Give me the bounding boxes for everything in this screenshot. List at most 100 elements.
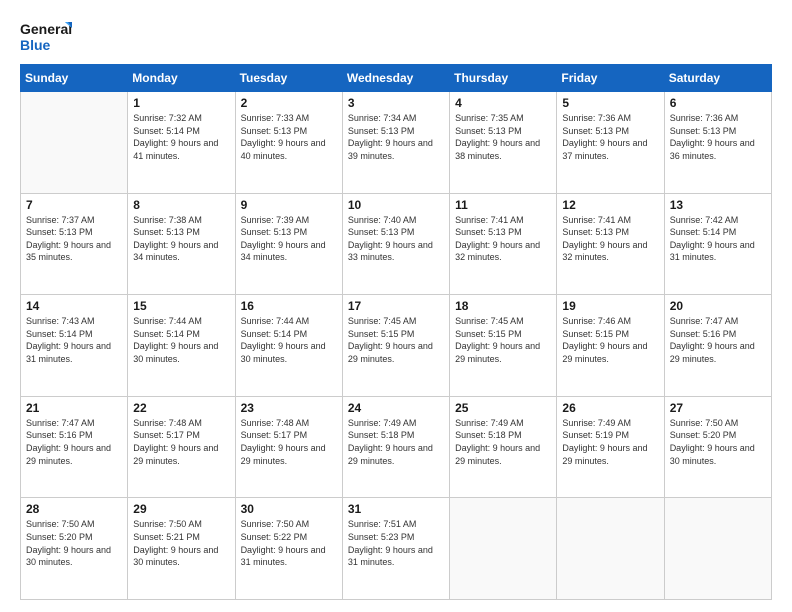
- day-number: 23: [241, 401, 337, 415]
- day-info: Sunrise: 7:37 AMSunset: 5:13 PMDaylight:…: [26, 214, 122, 264]
- logo: General Blue: [20, 18, 72, 54]
- logo-svg: General Blue: [20, 18, 72, 54]
- day-number: 24: [348, 401, 444, 415]
- weekday-header-row: SundayMondayTuesdayWednesdayThursdayFrid…: [21, 65, 772, 92]
- day-info: Sunrise: 7:50 AMSunset: 5:21 PMDaylight:…: [133, 518, 229, 568]
- day-number: 11: [455, 198, 551, 212]
- day-cell: 23 Sunrise: 7:48 AMSunset: 5:17 PMDayligh…: [235, 396, 342, 498]
- day-info: Sunrise: 7:50 AMSunset: 5:20 PMDaylight:…: [26, 518, 122, 568]
- week-row-1: 1 Sunrise: 7:32 AMSunset: 5:14 PMDaylight…: [21, 92, 772, 194]
- svg-text:General: General: [20, 21, 72, 37]
- day-info: Sunrise: 7:40 AMSunset: 5:13 PMDaylight:…: [348, 214, 444, 264]
- weekday-header-friday: Friday: [557, 65, 664, 92]
- week-row-4: 21 Sunrise: 7:47 AMSunset: 5:16 PMDayligh…: [21, 396, 772, 498]
- day-cell: 4 Sunrise: 7:35 AMSunset: 5:13 PMDaylight…: [450, 92, 557, 194]
- day-info: Sunrise: 7:38 AMSunset: 5:13 PMDaylight:…: [133, 214, 229, 264]
- day-number: 26: [562, 401, 658, 415]
- day-cell: 13Sunrise: 7:42 AMSunset: 5:14 PMDayligh…: [664, 193, 771, 295]
- day-cell: 1 Sunrise: 7:32 AMSunset: 5:14 PMDaylight…: [128, 92, 235, 194]
- day-cell: [557, 498, 664, 600]
- day-info: Sunrise: 7:45 AMSunset: 5:15 PMDaylight:…: [455, 315, 551, 365]
- day-cell: 17 Sunrise: 7:45 AMSunset: 5:15 PMDayligh…: [342, 295, 449, 397]
- day-info: Sunrise: 7:39 AMSunset: 5:13 PMDaylight:…: [241, 214, 337, 264]
- day-cell: 12 Sunrise: 7:41 AMSunset: 5:13 PMDayligh…: [557, 193, 664, 295]
- day-cell: 26 Sunrise: 7:49 AMSunset: 5:19 PMDayligh…: [557, 396, 664, 498]
- day-info: Sunrise: 7:51 AMSunset: 5:23 PMDaylight:…: [348, 518, 444, 568]
- weekday-header-saturday: Saturday: [664, 65, 771, 92]
- day-number: 31: [348, 502, 444, 516]
- weekday-header-tuesday: Tuesday: [235, 65, 342, 92]
- weekday-header-wednesday: Wednesday: [342, 65, 449, 92]
- calendar-page: General Blue SundayMondayTuesdayWednesda…: [0, 0, 792, 612]
- week-row-5: 28 Sunrise: 7:50 AMSunset: 5:20 PMDayligh…: [21, 498, 772, 600]
- day-info: Sunrise: 7:47 AMSunset: 5:16 PMDaylight:…: [26, 417, 122, 467]
- day-info: Sunrise: 7:49 AMSunset: 5:18 PMDaylight:…: [348, 417, 444, 467]
- day-number: 5: [562, 96, 658, 110]
- day-cell: 24 Sunrise: 7:49 AMSunset: 5:18 PMDayligh…: [342, 396, 449, 498]
- day-number: 14: [26, 299, 122, 313]
- day-cell: 14 Sunrise: 7:43 AMSunset: 5:14 PMDayligh…: [21, 295, 128, 397]
- day-info: Sunrise: 7:49 AMSunset: 5:18 PMDaylight:…: [455, 417, 551, 467]
- day-number: 3: [348, 96, 444, 110]
- day-info: Sunrise: 7:32 AMSunset: 5:14 PMDaylight:…: [133, 112, 229, 162]
- day-number: 21: [26, 401, 122, 415]
- day-info: Sunrise: 7:41 AMSunset: 5:13 PMDaylight:…: [562, 214, 658, 264]
- day-info: Sunrise: 7:48 AMSunset: 5:17 PMDaylight:…: [133, 417, 229, 467]
- day-info: Sunrise: 7:36 AMSunset: 5:13 PMDaylight:…: [670, 112, 766, 162]
- day-info: Sunrise: 7:35 AMSunset: 5:13 PMDaylight:…: [455, 112, 551, 162]
- day-number: 22: [133, 401, 229, 415]
- day-info: Sunrise: 7:41 AMSunset: 5:13 PMDaylight:…: [455, 214, 551, 264]
- day-cell: 2Sunrise: 7:33 AMSunset: 5:13 PMDaylight…: [235, 92, 342, 194]
- day-cell: 28 Sunrise: 7:50 AMSunset: 5:20 PMDayligh…: [21, 498, 128, 600]
- day-cell: 18 Sunrise: 7:45 AMSunset: 5:15 PMDayligh…: [450, 295, 557, 397]
- day-number: 20: [670, 299, 766, 313]
- week-row-3: 14 Sunrise: 7:43 AMSunset: 5:14 PMDayligh…: [21, 295, 772, 397]
- day-number: 19: [562, 299, 658, 313]
- day-cell: 22 Sunrise: 7:48 AMSunset: 5:17 PMDayligh…: [128, 396, 235, 498]
- day-cell: [21, 92, 128, 194]
- day-cell: 6 Sunrise: 7:36 AMSunset: 5:13 PMDaylight…: [664, 92, 771, 194]
- day-number: 25: [455, 401, 551, 415]
- day-cell: 16 Sunrise: 7:44 AMSunset: 5:14 PMDayligh…: [235, 295, 342, 397]
- day-number: 17: [348, 299, 444, 313]
- day-number: 18: [455, 299, 551, 313]
- day-number: 16: [241, 299, 337, 313]
- day-info: Sunrise: 7:45 AMSunset: 5:15 PMDaylight:…: [348, 315, 444, 365]
- day-number: 2: [241, 96, 337, 110]
- weekday-header-monday: Monday: [128, 65, 235, 92]
- calendar-table: SundayMondayTuesdayWednesdayThursdayFrid…: [20, 64, 772, 600]
- day-cell: 25 Sunrise: 7:49 AMSunset: 5:18 PMDayligh…: [450, 396, 557, 498]
- day-number: 4: [455, 96, 551, 110]
- day-number: 6: [670, 96, 766, 110]
- day-number: 15: [133, 299, 229, 313]
- day-info: Sunrise: 7:49 AMSunset: 5:19 PMDaylight:…: [562, 417, 658, 467]
- day-number: 28: [26, 502, 122, 516]
- day-number: 10: [348, 198, 444, 212]
- day-cell: 20 Sunrise: 7:47 AMSunset: 5:16 PMDayligh…: [664, 295, 771, 397]
- day-cell: 19Sunrise: 7:46 AMSunset: 5:15 PMDayligh…: [557, 295, 664, 397]
- day-number: 30: [241, 502, 337, 516]
- day-info: Sunrise: 7:44 AMSunset: 5:14 PMDaylight:…: [241, 315, 337, 365]
- day-cell: 29Sunrise: 7:50 AMSunset: 5:21 PMDayligh…: [128, 498, 235, 600]
- day-info: Sunrise: 7:36 AMSunset: 5:13 PMDaylight:…: [562, 112, 658, 162]
- day-cell: 27Sunrise: 7:50 AMSunset: 5:20 PMDayligh…: [664, 396, 771, 498]
- day-cell: 7 Sunrise: 7:37 AMSunset: 5:13 PMDaylight…: [21, 193, 128, 295]
- day-cell: [664, 498, 771, 600]
- day-info: Sunrise: 7:47 AMSunset: 5:16 PMDaylight:…: [670, 315, 766, 365]
- day-number: 12: [562, 198, 658, 212]
- day-number: 7: [26, 198, 122, 212]
- day-info: Sunrise: 7:48 AMSunset: 5:17 PMDaylight:…: [241, 417, 337, 467]
- day-cell: 9 Sunrise: 7:39 AMSunset: 5:13 PMDaylight…: [235, 193, 342, 295]
- header: General Blue: [20, 18, 772, 54]
- day-info: Sunrise: 7:50 AMSunset: 5:22 PMDaylight:…: [241, 518, 337, 568]
- day-info: Sunrise: 7:43 AMSunset: 5:14 PMDaylight:…: [26, 315, 122, 365]
- day-cell: 21 Sunrise: 7:47 AMSunset: 5:16 PMDayligh…: [21, 396, 128, 498]
- day-number: 27: [670, 401, 766, 415]
- day-cell: 8 Sunrise: 7:38 AMSunset: 5:13 PMDaylight…: [128, 193, 235, 295]
- day-number: 1: [133, 96, 229, 110]
- weekday-header-sunday: Sunday: [21, 65, 128, 92]
- day-number: 9: [241, 198, 337, 212]
- day-number: 8: [133, 198, 229, 212]
- week-row-2: 7 Sunrise: 7:37 AMSunset: 5:13 PMDaylight…: [21, 193, 772, 295]
- day-cell: 31 Sunrise: 7:51 AMSunset: 5:23 PMDayligh…: [342, 498, 449, 600]
